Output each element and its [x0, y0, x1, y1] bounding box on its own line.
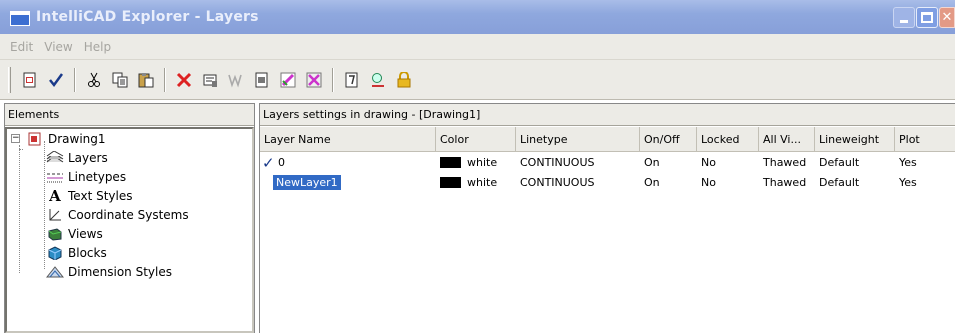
layer-viewports[interactable]: Thawed	[759, 173, 815, 192]
col-layer-name[interactable]: Layer Name	[260, 127, 436, 152]
layer-locked[interactable]: No	[697, 173, 759, 192]
col-lineweight[interactable]: Lineweight	[815, 127, 895, 152]
tree-item-blocks[interactable]: Blocks	[46, 245, 107, 260]
menu-edit[interactable]: Edit	[10, 40, 33, 54]
drawing-icon	[26, 131, 44, 146]
linetypes-icon	[46, 169, 64, 184]
layer-linetype[interactable]: CONTINUOUS	[516, 173, 640, 192]
dimension-styles-icon	[46, 264, 64, 279]
tree-item-text-styles[interactable]: A Text Styles	[46, 186, 133, 205]
tree-item-label: Dimension Styles	[68, 264, 172, 279]
toolbar-separator	[332, 67, 334, 92]
elements-tree[interactable]: − Drawing1 Layers Linetypes A Text Style…	[5, 127, 254, 333]
toolbar-grip[interactable]	[8, 66, 11, 93]
elements-panel: Elements − Drawing1 Layers Linetypes A T…	[4, 103, 255, 333]
table-header: Layer Name Color Linetype On/Off Locked …	[260, 127, 955, 152]
blocks-icon	[46, 245, 64, 260]
tree-item-label: Views	[68, 226, 103, 241]
views-icon	[46, 226, 64, 241]
layer-color: white	[467, 176, 498, 189]
regen-icon[interactable]	[249, 67, 275, 93]
layer-viewports[interactable]: Thawed	[759, 153, 815, 172]
table-row[interactable]: ✓ 0 white CONTINUOUS On No Thawed Defaul…	[260, 153, 955, 172]
layer-lineweight[interactable]: Default	[815, 173, 895, 192]
tree-item-coordinate-systems[interactable]: Coordinate Systems	[46, 207, 189, 222]
layer-onoff[interactable]: On	[640, 153, 697, 172]
close-button[interactable]: ✕	[939, 7, 955, 28]
window-title: IntelliCAD Explorer - Layers	[36, 9, 259, 25]
collapse-toggle[interactable]: −	[11, 134, 20, 143]
layer-plot[interactable]: Yes	[895, 173, 955, 192]
delete-icon[interactable]	[171, 67, 197, 93]
col-onoff[interactable]: On/Off	[640, 127, 697, 152]
layer-linetype[interactable]: CONTINUOUS	[516, 153, 640, 172]
layer-lineweight[interactable]: Default	[815, 153, 895, 172]
col-linetype[interactable]: Linetype	[516, 127, 640, 152]
col-plot[interactable]: Plot	[895, 127, 955, 152]
color-swatch[interactable]	[440, 177, 461, 188]
tree-item-layers[interactable]: Layers	[44, 150, 108, 165]
layer-locked[interactable]: No	[697, 153, 759, 172]
check-icon[interactable]	[43, 67, 69, 93]
col-locked[interactable]: Locked	[697, 127, 759, 152]
layer-onoff[interactable]: On	[640, 173, 697, 192]
menu-bar: Edit View Help	[0, 34, 955, 60]
tree-item-label: Text Styles	[68, 188, 133, 203]
col-color[interactable]: Color	[436, 127, 516, 152]
window-controls: ✕	[892, 7, 955, 28]
maximize-button[interactable]	[916, 7, 938, 28]
tree-item-dimension-styles[interactable]: Dimension Styles	[46, 264, 172, 279]
layer-color: white	[467, 156, 498, 169]
layers-header: Layers settings in drawing - [Drawing1]	[260, 104, 955, 126]
find-icon[interactable]	[365, 67, 391, 93]
purge-icon[interactable]	[223, 67, 249, 93]
app-icon	[10, 10, 30, 26]
layer-name[interactable]: NewLayer1	[273, 175, 341, 190]
lock-icon[interactable]	[391, 67, 417, 93]
elements-header: Elements	[5, 104, 254, 126]
title-bar[interactable]: IntelliCAD Explorer - Layers ✕	[0, 0, 955, 34]
table-row[interactable]: NewLayer1 white CONTINUOUS On No Thawed …	[260, 173, 955, 192]
new-item-icon[interactable]	[17, 67, 43, 93]
toolbar-separator	[74, 67, 76, 92]
color-swatch[interactable]	[440, 157, 461, 168]
paste-icon[interactable]	[133, 67, 159, 93]
col-all-viewports[interactable]: All Vi...	[759, 127, 815, 152]
tree-item-label: Blocks	[68, 245, 107, 260]
tree-item-drawing1[interactable]: Drawing1	[26, 131, 106, 146]
properties-icon[interactable]	[197, 67, 223, 93]
view-icon[interactable]	[339, 67, 365, 93]
tree-item-label: Layers	[68, 150, 108, 165]
coordinate-systems-icon	[46, 207, 64, 222]
layer-filter-icon[interactable]	[301, 67, 327, 93]
menu-view[interactable]: View	[44, 40, 72, 54]
tree-item-label: Linetypes	[68, 169, 127, 184]
menu-help[interactable]: Help	[84, 40, 111, 54]
cut-icon[interactable]	[81, 67, 107, 93]
minimize-button[interactable]	[893, 7, 915, 28]
copy-icon[interactable]	[107, 67, 133, 93]
layer-name: 0	[278, 156, 285, 169]
toolbar-separator	[164, 67, 166, 92]
tree-item-label: Drawing1	[48, 131, 106, 146]
text-styles-icon: A	[49, 186, 61, 205]
minimize-icon	[900, 20, 908, 23]
layers-icon	[46, 150, 64, 165]
maximize-icon	[921, 12, 933, 23]
layer-edit-icon[interactable]	[275, 67, 301, 93]
tree-item-label: Coordinate Systems	[68, 207, 189, 222]
layer-plot[interactable]: Yes	[895, 153, 955, 172]
close-icon: ✕	[941, 10, 953, 25]
toolbar	[0, 60, 955, 100]
tree-item-linetypes[interactable]: Linetypes	[46, 169, 126, 184]
layers-panel: Layers settings in drawing - [Drawing1] …	[259, 103, 955, 333]
current-layer-check-icon: ✓	[262, 153, 275, 172]
tree-item-views[interactable]: Views	[46, 226, 103, 241]
